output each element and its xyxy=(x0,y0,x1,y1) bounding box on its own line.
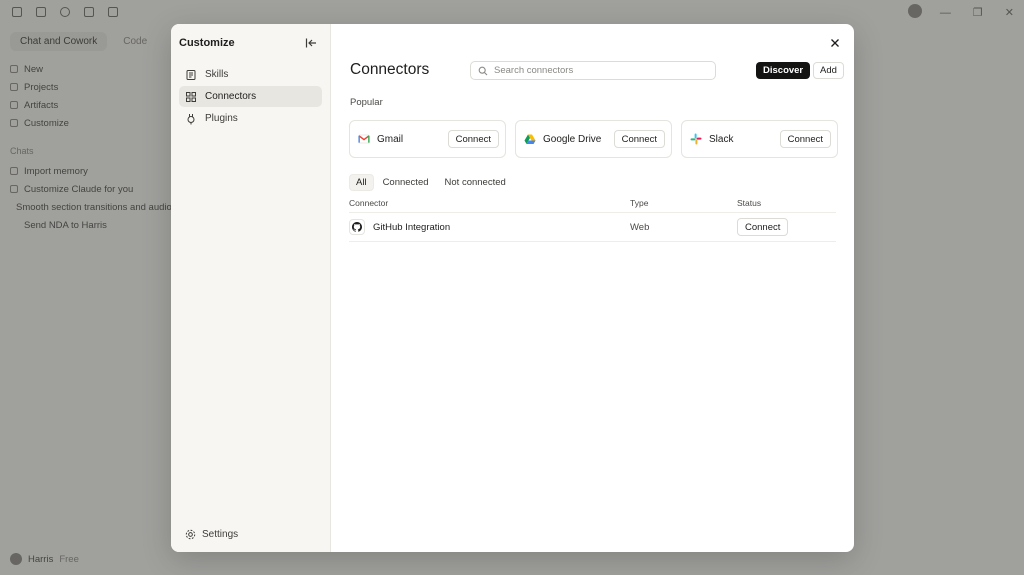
connector-name: Slack xyxy=(709,133,734,145)
collapse-sidebar-button[interactable] xyxy=(303,35,319,51)
connector-card-gmail: Gmail Connect xyxy=(349,120,506,158)
connector-row-type: Web xyxy=(630,221,650,233)
connect-github-button[interactable]: Connect xyxy=(737,218,789,236)
discover-button[interactable]: Discover xyxy=(756,62,811,79)
table-header: Connector Type Status xyxy=(349,194,836,213)
sidebar-title: Customize xyxy=(179,37,235,49)
skills-icon xyxy=(186,69,196,80)
close-modal-button[interactable] xyxy=(828,36,842,50)
header-type: Type xyxy=(630,198,649,208)
nav-item-label: Skills xyxy=(205,69,229,80)
filter-connected[interactable]: Connected xyxy=(376,174,436,191)
filter-not-connected[interactable]: Not connected xyxy=(438,174,513,191)
gmail-icon xyxy=(358,133,370,145)
github-icon xyxy=(349,219,365,235)
connector-filters: All Connected Not connected xyxy=(349,174,513,191)
connector-card-google-drive: Google Drive Connect xyxy=(515,120,672,158)
nav-item-plugins[interactable]: Plugins xyxy=(179,108,322,129)
collapse-left-icon xyxy=(305,38,316,48)
table-row: GitHub Integration Web Connect xyxy=(349,213,836,242)
nav-item-label: Connectors xyxy=(205,91,257,102)
add-button[interactable]: Add xyxy=(813,62,844,79)
settings-label: Settings xyxy=(202,529,239,540)
settings-button[interactable]: Settings xyxy=(185,529,238,540)
search-input[interactable] xyxy=(494,65,704,76)
popular-label: Popular xyxy=(350,97,383,108)
filter-all[interactable]: All xyxy=(349,174,374,191)
connectors-icon xyxy=(186,91,196,102)
header-connector: Connector xyxy=(349,198,389,208)
search-icon xyxy=(478,66,488,75)
connector-row-name: GitHub Integration xyxy=(373,221,451,233)
slack-icon xyxy=(690,133,702,145)
connector-name: Gmail xyxy=(377,133,404,145)
connectors-table: Connector Type Status GitHub Integration… xyxy=(349,194,836,242)
status-cell: Connect xyxy=(737,218,836,236)
close-icon xyxy=(831,39,839,47)
connectors-panel: Connectors Discover Add Popular Gmail Co… xyxy=(331,24,854,552)
nav-item-skills[interactable]: Skills xyxy=(179,64,322,85)
customize-sidebar: Customize Skills Connectors Plugins Sett… xyxy=(171,24,331,552)
connect-slack-button[interactable]: Connect xyxy=(779,130,831,148)
google-drive-icon xyxy=(524,133,536,145)
header-status: Status xyxy=(737,198,762,208)
customize-modal: Customize Skills Connectors Plugins Sett… xyxy=(171,24,854,552)
connect-gmail-button[interactable]: Connect xyxy=(447,130,499,148)
connector-card-slack: Slack Connect xyxy=(681,120,838,158)
customize-nav: Skills Connectors Plugins xyxy=(179,64,322,130)
nav-item-label: Plugins xyxy=(205,113,238,124)
connector-name: Google Drive xyxy=(543,133,602,145)
connect-google-drive-button[interactable]: Connect xyxy=(613,130,665,148)
nav-item-connectors[interactable]: Connectors xyxy=(179,86,322,107)
connector-cell: GitHub Integration xyxy=(349,219,630,235)
plugins-icon xyxy=(187,113,195,124)
page-title: Connectors xyxy=(350,61,430,78)
popular-connectors: Gmail Connect Google Drive Connect Slack… xyxy=(349,120,838,158)
search-box[interactable] xyxy=(470,61,716,80)
gear-icon xyxy=(185,529,196,540)
